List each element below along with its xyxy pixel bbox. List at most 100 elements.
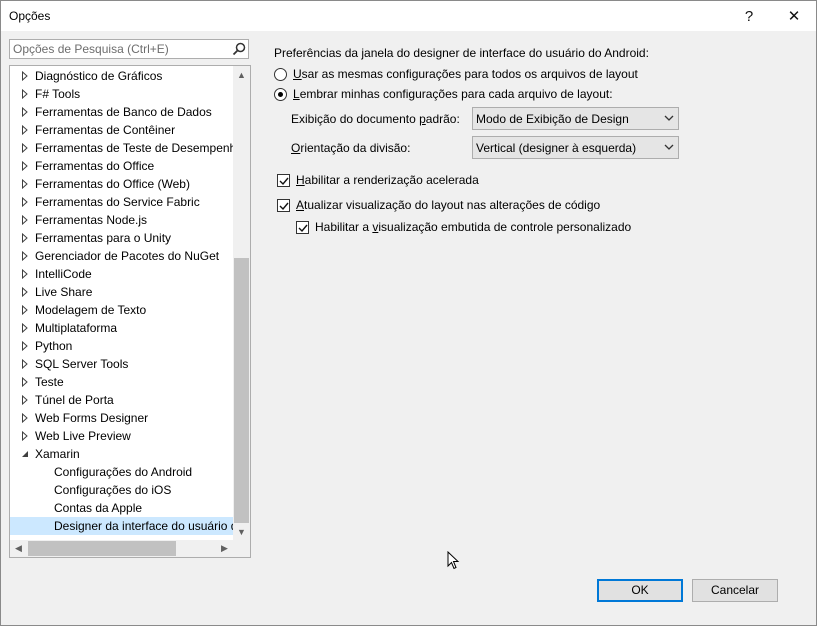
horizontal-scroll-thumb[interactable] xyxy=(28,541,176,556)
tree-item-label: SQL Server Tools xyxy=(35,357,129,371)
tree-item[interactable]: Python xyxy=(10,337,234,355)
tree-item-label: Designer da interface do usuário do Andr… xyxy=(54,519,234,533)
default-view-label: Exibição do documento padrão: xyxy=(291,112,460,126)
accelerated-rendering-checkbox[interactable] xyxy=(277,174,290,187)
mouse-cursor-icon xyxy=(447,551,460,570)
radio-remember-settings[interactable] xyxy=(274,88,287,101)
tree-item[interactable]: F# Tools xyxy=(10,85,234,103)
expand-arrow-icon[interactable] xyxy=(21,287,29,297)
help-button[interactable]: ? xyxy=(727,1,771,31)
tree-item[interactable]: Web Live Preview xyxy=(10,427,234,445)
tree-item[interactable]: Ferramentas do Service Fabric xyxy=(10,193,234,211)
collapse-arrow-icon[interactable] xyxy=(21,449,29,459)
expand-arrow-icon[interactable] xyxy=(21,89,29,99)
search-icon[interactable] xyxy=(232,42,246,56)
expand-arrow-icon[interactable] xyxy=(21,125,29,135)
tree-item-label: Configurações do iOS xyxy=(54,483,172,497)
tree-item[interactable]: Ferramentas do Office (Web) xyxy=(10,175,234,193)
tree-item[interactable]: Teste xyxy=(10,373,234,391)
expand-arrow-icon[interactable] xyxy=(21,413,29,423)
title-bar: Opções ? ✕ xyxy=(1,1,816,31)
tree-item[interactable]: Contas da Apple xyxy=(10,499,234,517)
tree-item[interactable]: Configurações do iOS xyxy=(10,481,234,499)
tree-item[interactable]: Gerenciador de Pacotes do NuGet xyxy=(10,247,234,265)
expand-arrow-icon[interactable] xyxy=(21,161,29,171)
expand-arrow-icon[interactable] xyxy=(21,233,29,243)
tree-item[interactable]: Ferramentas do Office xyxy=(10,157,234,175)
scroll-left-icon[interactable]: ◀ xyxy=(10,540,27,557)
ok-button[interactable]: OK xyxy=(597,579,683,602)
tree-item-label: Ferramentas do Service Fabric xyxy=(35,195,200,209)
expand-arrow-icon[interactable] xyxy=(21,107,29,117)
expand-arrow-icon[interactable] xyxy=(21,323,29,333)
expand-arrow-icon[interactable] xyxy=(21,431,29,441)
expand-arrow-icon[interactable] xyxy=(21,197,29,207)
radio-same-settings[interactable] xyxy=(274,68,287,81)
custom-control-preview-checkbox[interactable] xyxy=(296,221,309,234)
split-orientation-dropdown[interactable]: Vertical (designer à esquerda) xyxy=(472,136,679,159)
expand-arrow-icon[interactable] xyxy=(21,395,29,405)
dropdown-value: Modo de Exibição de Design xyxy=(476,112,629,126)
scroll-down-icon[interactable]: ▼ xyxy=(233,523,250,540)
expand-arrow-icon[interactable] xyxy=(21,71,29,81)
tree-item-label: Modelagem de Texto xyxy=(35,303,147,317)
accelerated-rendering-label[interactable]: Habilitar a renderização acelerada xyxy=(296,173,479,187)
custom-control-preview-label[interactable]: Habilitar a visualização embutida de con… xyxy=(315,220,631,234)
vertical-scroll-thumb[interactable] xyxy=(234,258,249,523)
expand-arrow-icon[interactable] xyxy=(21,341,29,351)
tree-item[interactable]: Ferramentas Node.js xyxy=(10,211,234,229)
tree-item[interactable]: Multiplataforma xyxy=(10,319,234,337)
scrollbar-corner xyxy=(233,540,250,557)
tree-item[interactable]: Modelagem de Texto xyxy=(10,301,234,319)
help-icon: ? xyxy=(744,7,754,25)
tree-item[interactable]: Configurações do Android xyxy=(10,463,234,481)
tree-item[interactable]: Ferramentas de Banco de Dados xyxy=(10,103,234,121)
expand-arrow-icon[interactable] xyxy=(21,269,29,279)
panel-heading: Preferências da janela do designer de in… xyxy=(274,46,649,60)
tree-item[interactable]: Diagnóstico de Gráficos xyxy=(10,67,234,85)
cancel-button[interactable]: Cancelar xyxy=(692,579,778,602)
tree-item[interactable]: Live Share xyxy=(10,283,234,301)
mnemonic: O xyxy=(291,141,301,155)
tree-item[interactable]: Ferramentas para o Unity xyxy=(10,229,234,247)
tree-item[interactable]: Xamarin xyxy=(10,445,234,463)
tree-item[interactable]: Web Forms Designer xyxy=(10,409,234,427)
split-orientation-label: Orientação da divisão: xyxy=(291,141,410,155)
radio-same-settings-label[interactable]: Usar as mesmas configurações para todos … xyxy=(293,67,638,81)
tree-item[interactable]: IntelliCode xyxy=(10,265,234,283)
tree-item[interactable]: Ferramentas de Teste de Desempenho xyxy=(10,139,234,157)
expand-arrow-icon[interactable] xyxy=(21,377,29,387)
label-text: adrão: xyxy=(425,112,460,126)
radio-remember-settings-label[interactable]: Lembrar minhas configurações para cada a… xyxy=(293,87,613,101)
options-dialog: Opções ? ✕ Diagnóstico de Gráficos F# Too… xyxy=(0,0,817,626)
expand-arrow-icon[interactable] xyxy=(21,143,29,153)
tree-horizontal-scrollbar[interactable]: ◀ ▶ xyxy=(10,540,233,557)
tree-item-label: Contas da Apple xyxy=(54,501,143,515)
scroll-right-icon[interactable]: ▶ xyxy=(216,540,233,557)
tree-vertical-scrollbar[interactable]: ▲ ▼ xyxy=(233,66,250,540)
tree-item[interactable]: Túnel de Porta xyxy=(10,391,234,409)
tree-item[interactable]: Ferramentas de Contêiner xyxy=(10,121,234,139)
label-text: isualização embutida de controle persona… xyxy=(378,220,632,234)
scroll-up-icon[interactable]: ▲ xyxy=(233,66,250,83)
label-text: Habilitar a xyxy=(315,220,373,234)
search-input[interactable] xyxy=(13,41,228,57)
default-view-dropdown[interactable]: Modo de Exibição de Design xyxy=(472,107,679,130)
label-text: sar as mesmas configurações para todos o… xyxy=(301,67,638,81)
tree-item-label: Túnel de Porta xyxy=(35,393,114,407)
auto-update-layout-checkbox[interactable] xyxy=(277,199,290,212)
tree-item[interactable]: SQL Server Tools xyxy=(10,355,234,373)
close-button[interactable]: ✕ xyxy=(772,1,816,31)
expand-arrow-icon[interactable] xyxy=(21,359,29,369)
tree-item-label: Python xyxy=(35,339,73,353)
expand-arrow-icon[interactable] xyxy=(21,251,29,261)
tree-item-label: Ferramentas Node.js xyxy=(35,213,148,227)
tree-item-label: Live Share xyxy=(35,285,93,299)
expand-arrow-icon[interactable] xyxy=(21,179,29,189)
expand-arrow-icon[interactable] xyxy=(21,215,29,225)
auto-update-layout-label[interactable]: Atualizar visualização do layout nas alt… xyxy=(296,198,600,212)
tree-item-label: Ferramentas de Banco de Dados xyxy=(35,105,212,119)
expand-arrow-icon[interactable] xyxy=(21,305,29,315)
tree-item-label: Multiplataforma xyxy=(35,321,118,335)
tree-item[interactable]: Designer da interface do usuário do Andr… xyxy=(10,517,234,535)
